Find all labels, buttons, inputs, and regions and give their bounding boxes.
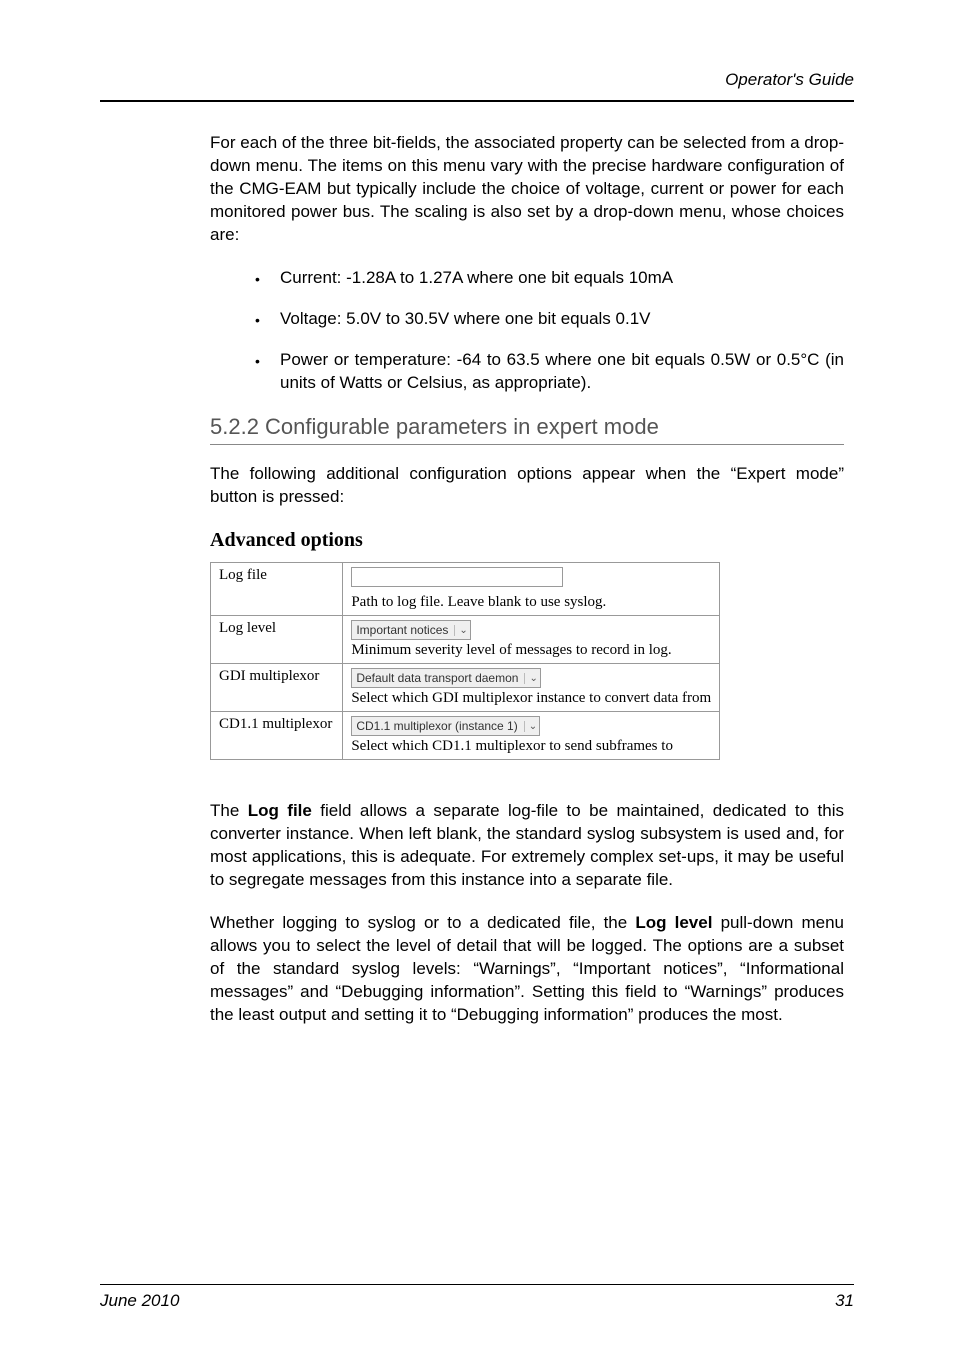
footer-date: June 2010 xyxy=(100,1291,179,1311)
bullet-dot: • xyxy=(255,267,280,290)
log-file-paragraph: The Log file field allows a separate log… xyxy=(210,800,844,892)
intro-paragraph: For each of the three bit-fields, the as… xyxy=(210,132,844,247)
chevron-down-icon: ⌄ xyxy=(454,625,467,636)
log-level-paragraph: Whether logging to syslog or to a dedica… xyxy=(210,912,844,1027)
gdi-multiplexor-select[interactable]: Default data transport daemon ⌄ xyxy=(351,668,541,688)
header-title: Operator's Guide xyxy=(100,70,854,102)
row-content: Important notices ⌄ Minimum severity lev… xyxy=(343,616,720,664)
select-value: CD1.1 multiplexor (instance 1) xyxy=(356,719,523,733)
help-text: Path to log file. Leave blank to use sys… xyxy=(351,594,606,610)
cd11-multiplexor-select[interactable]: CD1.1 multiplexor (instance 1) ⌄ xyxy=(351,716,540,736)
advanced-options-title: Advanced options xyxy=(210,529,844,552)
select-value: Important notices xyxy=(356,623,454,637)
section-heading: 5.2.2 Configurable parameters in expert … xyxy=(210,414,844,445)
table-row: CD1.1 multiplexor CD1.1 multiplexor (ins… xyxy=(211,712,720,760)
help-text: Minimum severity level of messages to re… xyxy=(351,642,671,658)
row-label: GDI multiplexor xyxy=(211,664,343,712)
log-level-select[interactable]: Important notices ⌄ xyxy=(351,620,470,640)
list-item: • Power or temperature: -64 to 63.5 wher… xyxy=(255,349,844,395)
select-value: Default data transport daemon xyxy=(356,671,524,685)
row-content: Path to log file. Leave blank to use sys… xyxy=(343,563,720,616)
bullet-text: Power or temperature: -64 to 63.5 where … xyxy=(280,349,844,395)
row-content: CD1.1 multiplexor (instance 1) ⌄ Select … xyxy=(343,712,720,760)
footer-page: 31 xyxy=(835,1291,854,1311)
log-level-bold: Log level xyxy=(635,913,712,932)
row-label: Log file xyxy=(211,563,343,616)
log-file-input[interactable] xyxy=(351,567,563,587)
row-label: Log level xyxy=(211,616,343,664)
bullet-text: Current: -1.28A to 1.27A where one bit e… xyxy=(280,267,844,290)
chevron-down-icon: ⌄ xyxy=(524,673,537,684)
bullet-list: • Current: -1.28A to 1.27A where one bit… xyxy=(210,267,844,395)
bullet-dot: • xyxy=(255,349,280,395)
log-file-bold: Log file xyxy=(248,801,312,820)
table-row: Log level Important notices ⌄ Minimum se… xyxy=(211,616,720,664)
bullet-dot: • xyxy=(255,308,280,331)
list-item: • Voltage: 5.0V to 30.5V where one bit e… xyxy=(255,308,844,331)
table-row: GDI multiplexor Default data transport d… xyxy=(211,664,720,712)
chevron-down-icon: ⌄ xyxy=(524,721,537,732)
bullet-text: Voltage: 5.0V to 30.5V where one bit equ… xyxy=(280,308,844,331)
help-text: Select which CD1.1 multiplexor to send s… xyxy=(351,738,673,754)
help-text: Select which GDI multiplexor instance to… xyxy=(351,690,711,706)
row-content: Default data transport daemon ⌄ Select w… xyxy=(343,664,720,712)
expert-intro: The following additional configuration o… xyxy=(210,463,844,509)
list-item: • Current: -1.28A to 1.27A where one bit… xyxy=(255,267,844,290)
page-footer: June 2010 31 xyxy=(100,1284,854,1311)
advanced-options-table: Log file Path to log file. Leave blank t… xyxy=(210,562,720,760)
row-label: CD1.1 multiplexor xyxy=(211,712,343,760)
table-row: Log file Path to log file. Leave blank t… xyxy=(211,563,720,616)
